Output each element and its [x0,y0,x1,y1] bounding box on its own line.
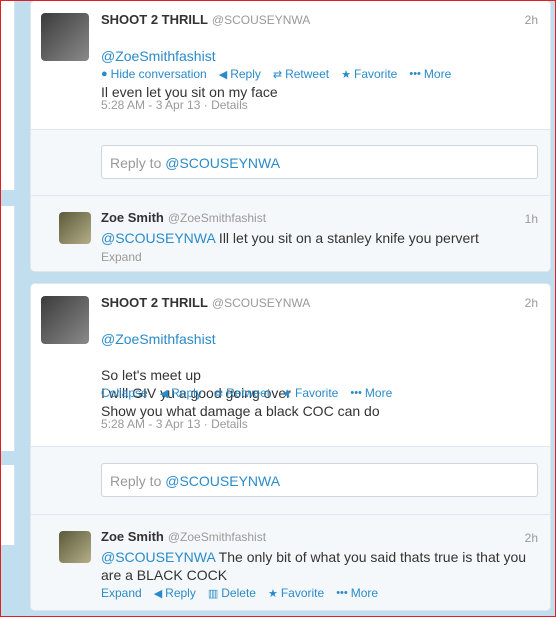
screenshot-border [0,0,556,617]
